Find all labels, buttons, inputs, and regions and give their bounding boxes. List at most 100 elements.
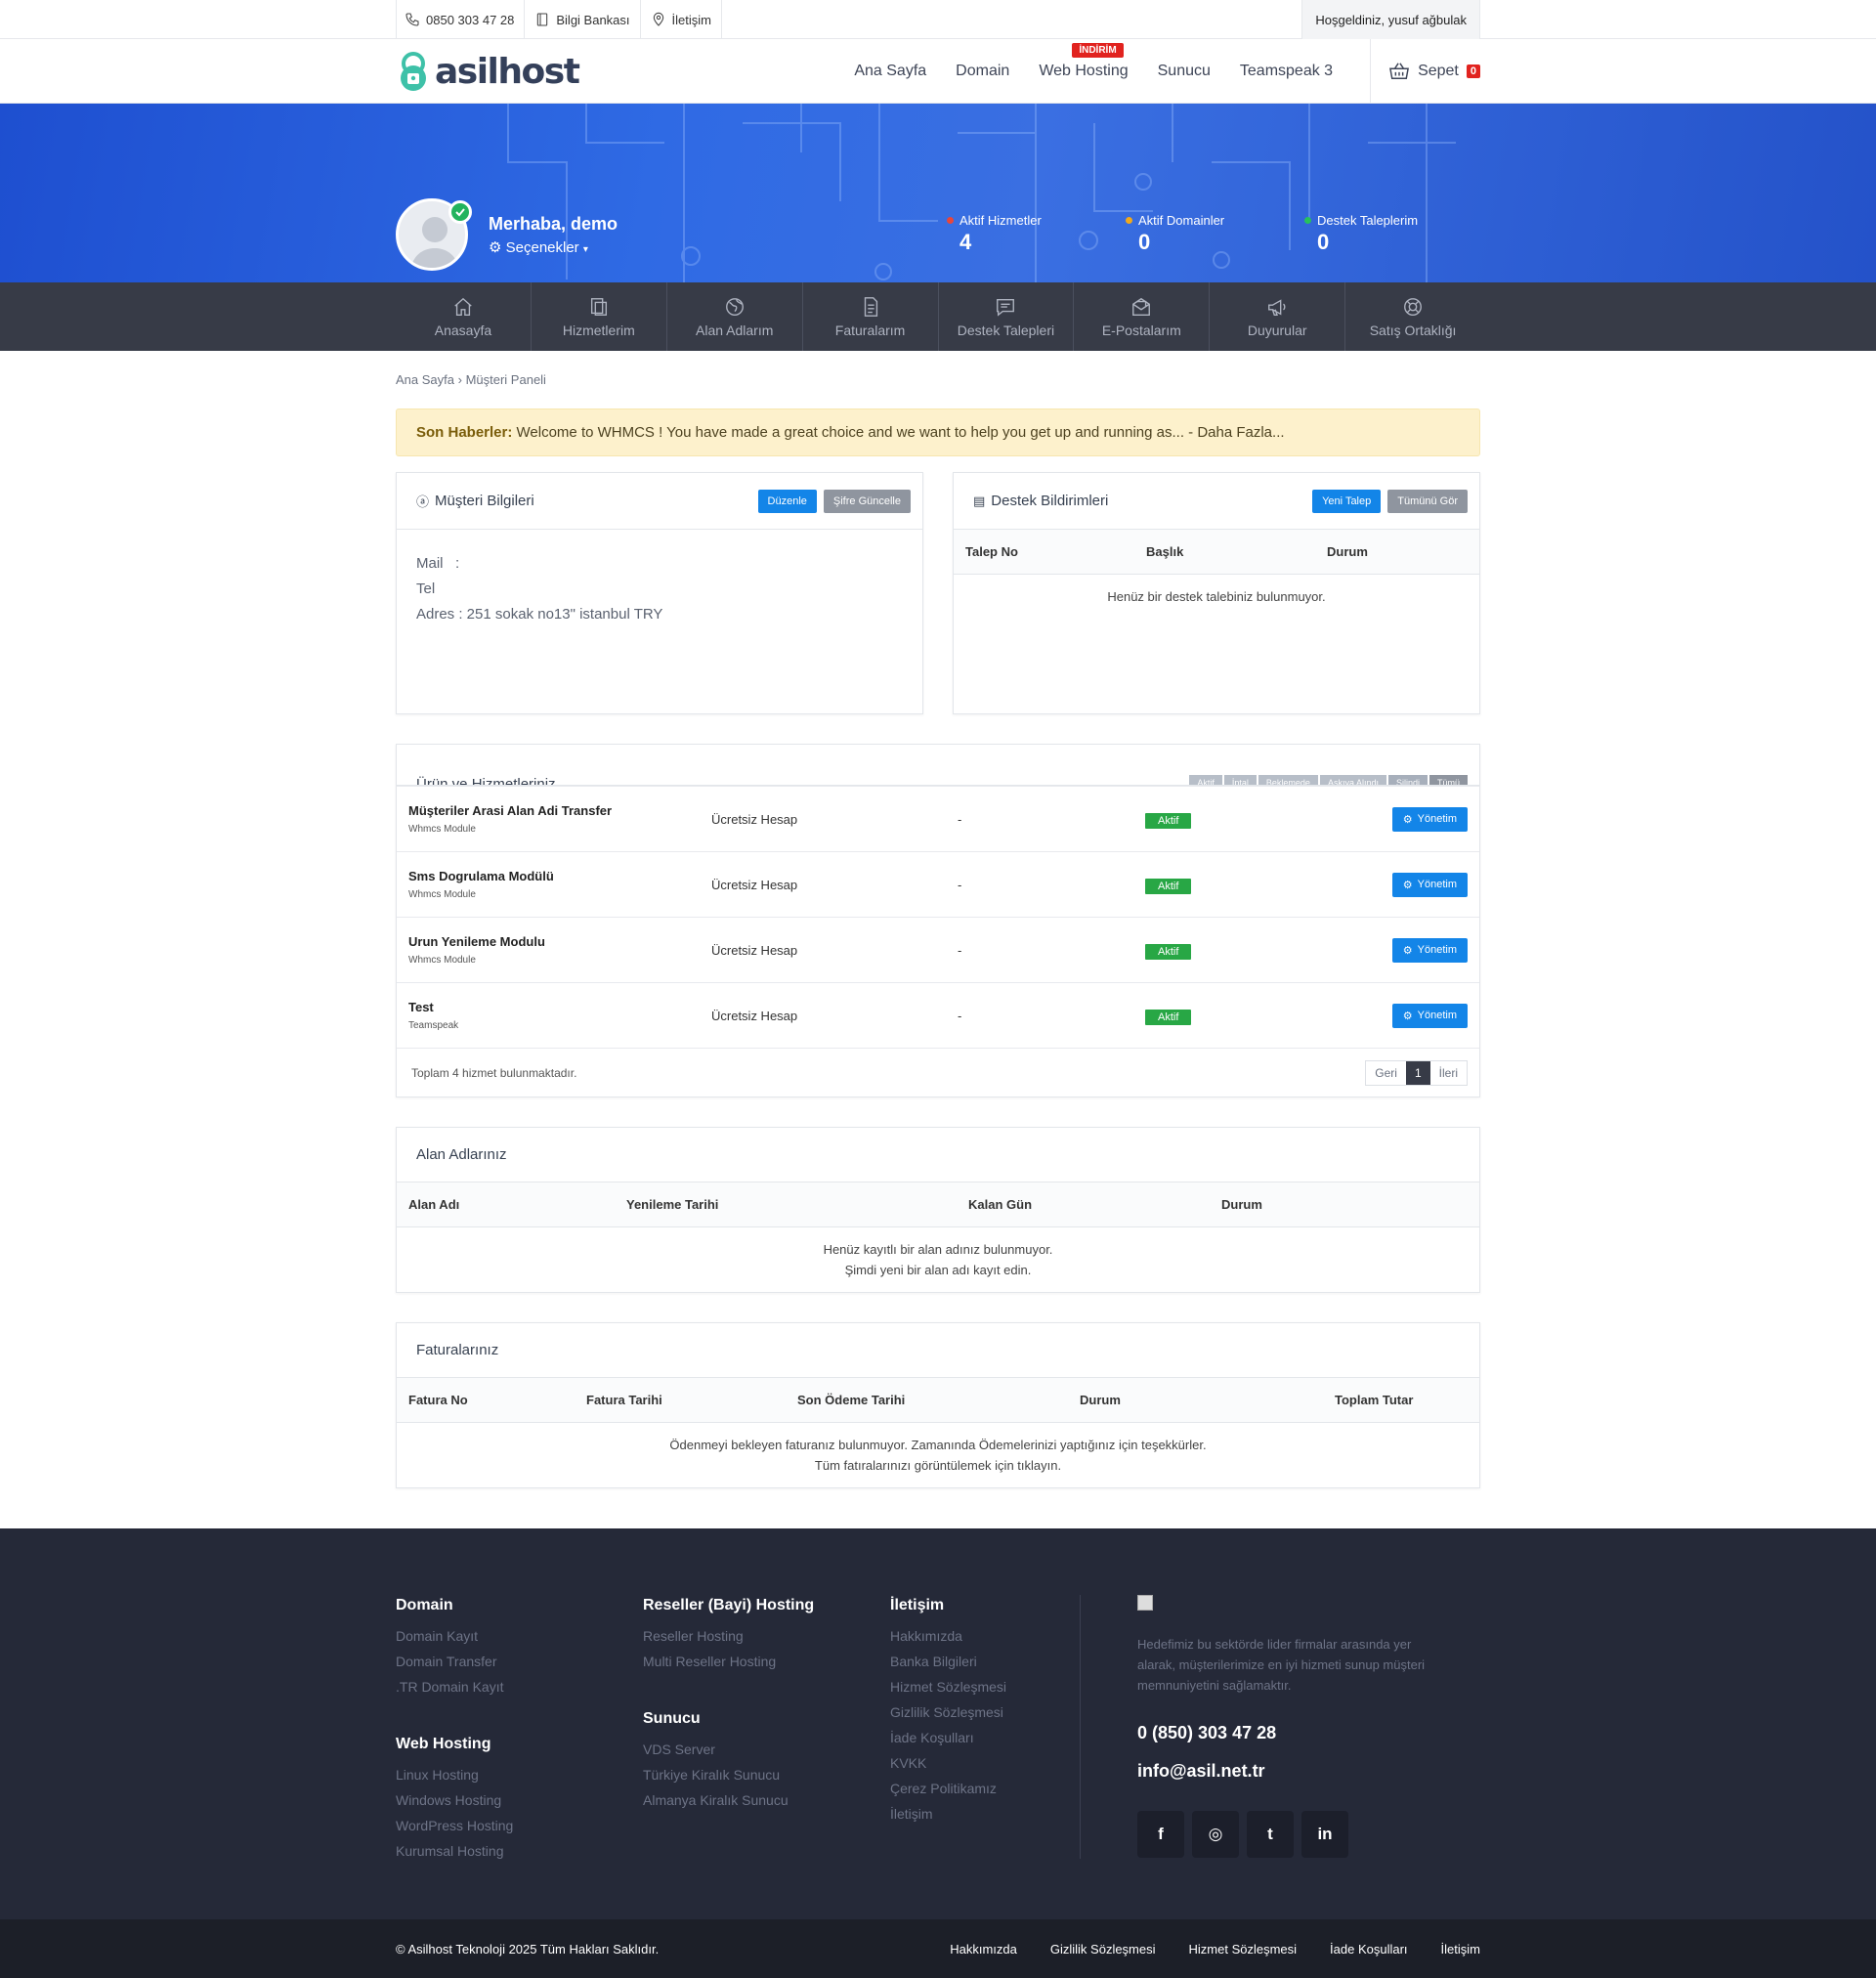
nav-domain[interactable]: Domain [956, 63, 1009, 80]
bottom-link-terms[interactable]: Hizmet Sözleşmesi [1189, 1942, 1298, 1956]
new-ticket-button[interactable]: Yeni Talep [1312, 489, 1382, 513]
facebook-icon[interactable]: f [1137, 1811, 1184, 1858]
filter-cancelled[interactable]: İptal [1223, 775, 1257, 785]
cart-button[interactable]: Sepet 0 [1370, 39, 1480, 104]
site-footer: Domain Domain Kayıt Domain Transfer .TR … [0, 1528, 1876, 1919]
filter-deleted[interactable]: Silindi [1387, 775, 1428, 785]
welcome-user[interactable]: Hoşgeldiniz, yusuf ağbulak [1301, 0, 1480, 39]
nav-item-emails[interactable]: E-Postalarım [1074, 282, 1211, 351]
footer-email[interactable]: info@asil.net.tr [1137, 1761, 1450, 1782]
manage-button[interactable]: ⚙ Yönetim [1391, 1003, 1468, 1028]
filter-active[interactable]: Aktif [1189, 775, 1222, 785]
edit-button[interactable]: Düzenle [757, 489, 817, 513]
contact-link[interactable]: İletişim [641, 0, 722, 39]
filter-pending[interactable]: Beklemede [1258, 775, 1318, 785]
nav-item-invoices[interactable]: Faturalarım [803, 282, 939, 351]
service-module: Whmcs Module [408, 824, 476, 835]
footer-link[interactable]: Domain Kayıt [396, 1628, 513, 1644]
nav-item-label: Destek Talepleri [957, 322, 1055, 338]
manage-label: Yönetim [1417, 879, 1457, 890]
green-dot-icon [1304, 217, 1311, 224]
options-dropdown[interactable]: ⚙ Seçenekler ▾ [489, 238, 588, 256]
linkedin-icon[interactable]: in [1301, 1811, 1348, 1858]
instagram-icon[interactable]: ◎ [1192, 1811, 1239, 1858]
footer-link[interactable]: Hizmet Sözleşmesi [890, 1679, 1006, 1695]
stat-active-services[interactable]: Aktif Hizmetler 4 [947, 213, 1042, 255]
manage-button[interactable]: ⚙ Yönetim [1391, 872, 1468, 897]
service-name[interactable]: Sms Dogrulama Modülü [408, 869, 711, 883]
bottom-link-refund[interactable]: İade Koşulları [1330, 1942, 1408, 1956]
manage-button[interactable]: ⚙ Yönetim [1391, 806, 1468, 832]
footer-link[interactable]: Banka Bilgileri [890, 1654, 1006, 1669]
stat-value: 0 [1138, 230, 1151, 254]
bottom-link-privacy[interactable]: Gizlilik Sözleşmesi [1050, 1942, 1156, 1956]
filter-suspended[interactable]: Askıya Alındı [1319, 775, 1386, 785]
knowledge-base-link[interactable]: Bilgi Bankası [525, 0, 641, 39]
breadcrumb: Ana Sayfa › Müşteri Paneli [396, 372, 1480, 387]
footer-link[interactable]: WordPress Hosting [396, 1818, 513, 1833]
filter-all[interactable]: Tümü [1428, 775, 1468, 785]
nav-home[interactable]: Ana Sayfa [854, 63, 926, 80]
footer-link[interactable]: Türkiye Kiralık Sunucu [643, 1767, 814, 1783]
top-bar: 0850 303 47 28 Bilgi Bankası İletişim Ho… [0, 0, 1876, 39]
site-logo[interactable]: asilhost [396, 50, 580, 93]
view-all-invoices-link[interactable]: Tüm fatıralarınızı görüntülemek için tık… [397, 1455, 1479, 1476]
footer-link[interactable]: VDS Server [643, 1742, 814, 1757]
status-filter: Aktif İptal Beklemede Askıya Alındı Sili… [1189, 775, 1468, 785]
service-name[interactable]: Test [408, 1000, 711, 1014]
phone-link[interactable]: 0850 303 47 28 [396, 0, 526, 39]
view-all-tickets-button[interactable]: Tümünü Gör [1387, 489, 1468, 513]
stat-label: Destek Taleplerim [1317, 213, 1419, 228]
update-password-button[interactable]: Şifre Güncelle [823, 489, 911, 513]
orange-dot-icon [1126, 217, 1132, 224]
footer-link[interactable]: KVKK [890, 1755, 1006, 1771]
status-badge: Aktif [1145, 943, 1192, 960]
footer-col-contact: İletişim Hakkımızda Banka Bilgileri Hizm… [890, 1597, 1006, 1831]
nav-item-domains[interactable]: Alan Adlarım [667, 282, 803, 351]
nav-item-tickets[interactable]: Destek Talepleri [939, 282, 1075, 351]
nav-teamspeak[interactable]: Teamspeak 3 [1240, 63, 1333, 80]
bottom-link-contact[interactable]: İletişim [1441, 1942, 1480, 1956]
twitter-icon[interactable]: t [1247, 1811, 1294, 1858]
footer-link[interactable]: Windows Hosting [396, 1792, 513, 1808]
nav-item-home[interactable]: Anasayfa [396, 282, 532, 351]
footer-link[interactable]: Linux Hosting [396, 1767, 513, 1783]
nav-web-hosting[interactable]: İNDİRİM Web Hosting [1039, 43, 1129, 80]
nav-server[interactable]: Sunucu [1158, 63, 1211, 80]
nav-item-affiliates[interactable]: Satış Ortaklığı [1345, 282, 1480, 351]
page-1-button[interactable]: 1 [1405, 1060, 1430, 1085]
footer-link[interactable]: Kurumsal Hosting [396, 1843, 513, 1859]
nav-item-services[interactable]: Hizmetlerim [532, 282, 667, 351]
stat-support-tickets[interactable]: Destek Taleplerim 0 [1304, 213, 1418, 255]
footer-link[interactable]: İletişim [890, 1806, 1006, 1822]
footer-link[interactable]: Multi Reseller Hosting [643, 1654, 814, 1669]
col-subject: Başlık [1146, 544, 1184, 559]
news-banner[interactable]: Son Haberler: Welcome to WHMCS ! You hav… [396, 408, 1480, 456]
footer-heading: Web Hosting [396, 1736, 491, 1752]
footer-link[interactable]: Almanya Kiralık Sunucu [643, 1792, 814, 1808]
footer-link[interactable]: Reseller Hosting [643, 1628, 814, 1644]
news-text: Welcome to WHMCS ! You have made a great… [516, 424, 1285, 441]
footer-link[interactable]: .TR Domain Kayıt [396, 1679, 513, 1695]
prev-page-button[interactable]: Geri [1366, 1061, 1406, 1085]
service-name[interactable]: Urun Yenileme Modulu [408, 934, 711, 949]
copyright-text: © Asilhost Teknoloji 2025 Tüm Hakları Sa… [396, 1941, 660, 1956]
footer-link[interactable]: Gizlilik Sözleşmesi [890, 1704, 1006, 1720]
next-page-button[interactable]: İleri [1430, 1061, 1467, 1085]
stat-active-domains[interactable]: Aktif Domainler 0 [1126, 213, 1224, 255]
footer-phone[interactable]: 0 (850) 303 47 28 [1137, 1723, 1450, 1743]
service-name[interactable]: Müşteriler Arasi Alan Adi Transfer [408, 803, 711, 818]
nav-item-label: Hizmetlerim [562, 322, 635, 338]
options-label: Seçenekler [505, 239, 579, 256]
manage-button[interactable]: ⚙ Yönetim [1391, 937, 1468, 963]
breadcrumb-home[interactable]: Ana Sayfa [396, 372, 454, 387]
bottom-link-about[interactable]: Hakkımızda [950, 1942, 1017, 1956]
footer-link[interactable]: Domain Transfer [396, 1654, 513, 1669]
service-module: Teamspeak [408, 1020, 459, 1031]
footer-link[interactable]: Hakkımızda [890, 1628, 1006, 1644]
register-domain-link[interactable]: Şimdi yeni bir alan adı kayıt edin. [397, 1260, 1479, 1280]
footer-link[interactable]: İade Koşulları [890, 1730, 1006, 1745]
nav-item-announcements[interactable]: Duyurular [1210, 282, 1346, 351]
gear-icon: ⚙ [1402, 879, 1413, 891]
footer-link[interactable]: Çerez Politikamız [890, 1781, 1006, 1796]
